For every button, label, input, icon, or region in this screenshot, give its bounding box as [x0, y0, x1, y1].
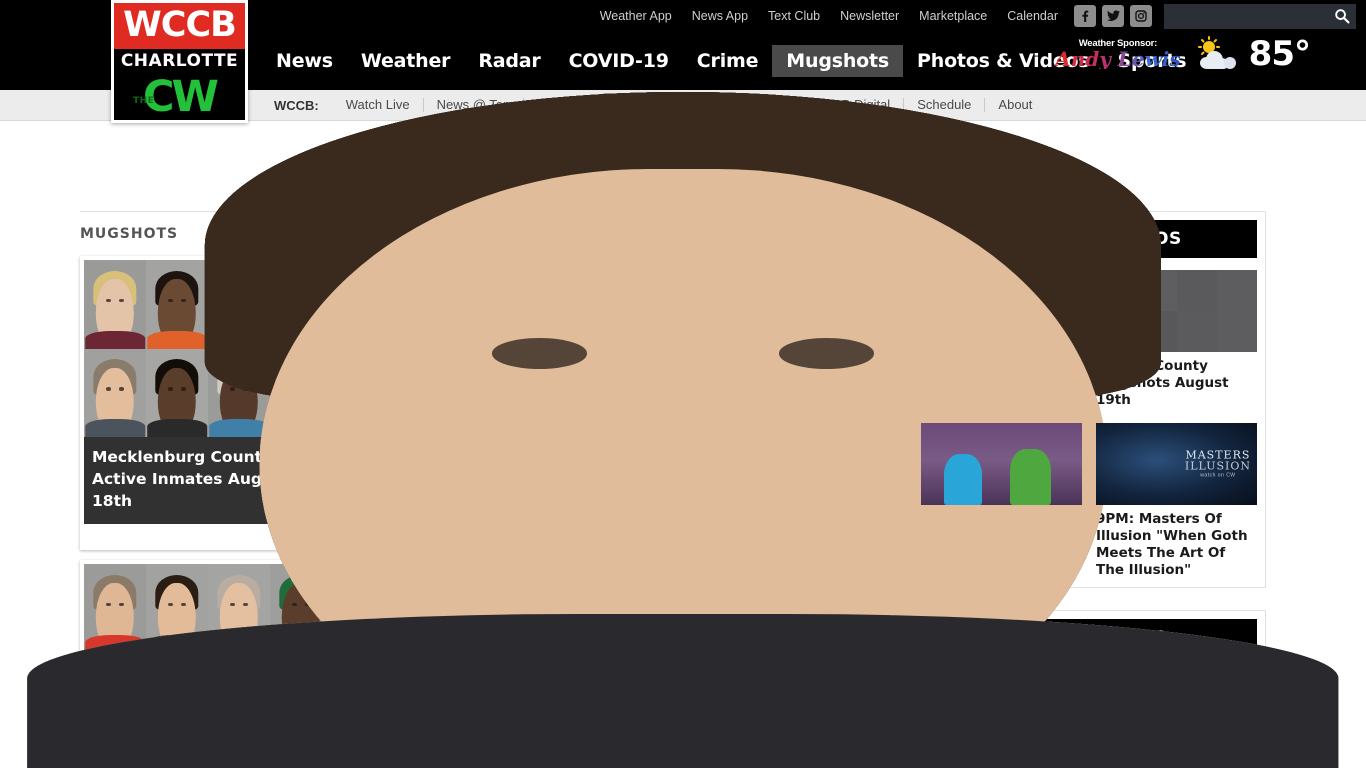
masters-line2: ILLUSION	[1184, 459, 1251, 473]
face-illustration	[0, 0, 1366, 768]
photos-videos-item[interactable]: Gaston County Mugshots August 19th	[27, 92, 1339, 768]
logo-call-letters: WCCB	[114, 3, 245, 49]
logo-inner: WCCB CHARLOTTE THE CW	[114, 3, 245, 120]
logo-cw-block: THE CW	[114, 74, 245, 120]
logo-city: CHARLOTTE	[114, 49, 245, 74]
photos-videos-grid: Mecklenburg County Active Inmates August…	[27, 92, 1339, 768]
logo-the-text: THE	[133, 96, 155, 106]
mugshot-photo	[27, 92, 1339, 768]
right-sidebar: PHOTOS & VIDEOS Mecklenburg County Activ…	[27, 92, 1339, 768]
masters-overlay: MASTERS ILLUSION watch on CW	[1185, 450, 1251, 479]
site-logo[interactable]: WCCB CHARLOTTE THE CW	[111, 0, 248, 123]
masters-line3: watch on CW	[1200, 472, 1236, 479]
rail-thumb-image: MASTERS ILLUSION watch on CW	[1096, 423, 1257, 505]
photos-videos-box: PHOTOS & VIDEOS Mecklenburg County Activ…	[27, 92, 1339, 768]
rail-thumb-grid	[27, 92, 1339, 768]
page-body: MUGSHOTS Mecklenburg County Active Inmat…	[0, 92, 1366, 768]
rail-thumb-image	[921, 423, 1082, 505]
